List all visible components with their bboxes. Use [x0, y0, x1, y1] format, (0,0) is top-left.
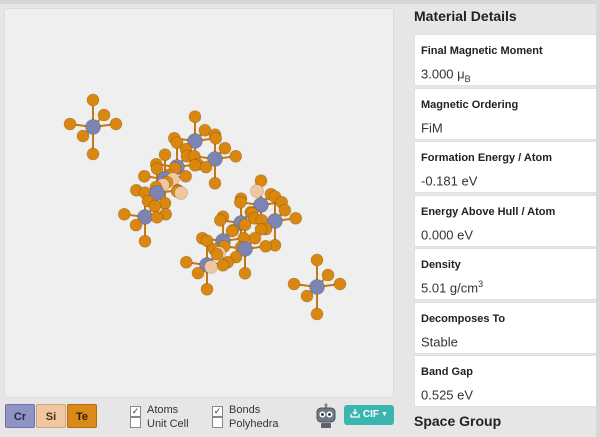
section-title-space-group: Space Group: [414, 413, 502, 429]
property-label: Density: [421, 259, 461, 271]
te-atom: [129, 218, 143, 232]
te-atom: [63, 117, 77, 131]
te-atom: [238, 266, 252, 280]
te-atom: [259, 239, 273, 253]
property-label: Final Magnetic Moment: [421, 45, 543, 57]
property-card: Band Gap 0.525 eV: [414, 355, 600, 407]
te-atom: [158, 148, 172, 162]
chevron-down-icon: ▼: [380, 411, 388, 418]
property-value: 3.000 μB: [421, 66, 471, 84]
viewer-controls: Cr Si Te ✓ Atoms Unit Cell ✓ Bonds Polyhed…: [0, 400, 405, 437]
te-atom: [210, 247, 224, 261]
te-atom: [150, 210, 164, 224]
te-atom: [97, 108, 111, 122]
property-label: Magnetic Ordering: [421, 99, 519, 111]
te-atom: [333, 277, 347, 291]
property-value: Stable: [421, 334, 458, 350]
property-value: 0.525 eV: [421, 387, 474, 403]
si-atom: [174, 186, 188, 200]
te-atom: [321, 268, 335, 282]
property-value: 0.000 eV: [421, 227, 474, 243]
si-atom: [250, 184, 264, 198]
cif-download-button[interactable]: CIF ▼: [344, 405, 394, 425]
te-atom: [109, 117, 123, 131]
te-atom: [289, 211, 303, 225]
te-atom: [179, 169, 193, 183]
property-card: Magnetic Ordering FiM: [414, 88, 600, 140]
property-card: Density 5.01 g/cm3: [414, 248, 600, 300]
te-atom: [138, 234, 152, 248]
property-label: Band Gap: [421, 366, 473, 378]
panel-title: Material Details: [414, 8, 517, 24]
material-details-panel: Material Details Final Magnetic Moment 3.…: [406, 0, 600, 437]
si-atom: [204, 260, 218, 274]
te-atom: [209, 131, 223, 145]
te-atom: [86, 147, 100, 161]
te-atom: [179, 255, 193, 269]
te-atom: [310, 253, 324, 267]
te-atom: [86, 93, 100, 107]
property-value: 5.01 g/cm3: [421, 279, 484, 296]
te-atom: [229, 149, 243, 163]
te-atom: [188, 158, 202, 172]
atoms-checkbox[interactable]: ✓: [130, 406, 141, 417]
te-atom: [233, 195, 247, 209]
te-atom: [137, 169, 151, 183]
unit-cell-toggle[interactable]: Unit Cell: [130, 417, 189, 430]
property-label: Decomposes To: [421, 313, 506, 325]
te-atom: [287, 277, 301, 291]
property-value: -0.181 eV: [421, 173, 478, 189]
te-atom: [238, 218, 252, 232]
property-value: FiM: [421, 120, 443, 136]
atoms-toggle[interactable]: ✓ Atoms: [130, 404, 178, 417]
property-card: Energy Above Hull / Atom 0.000 eV: [414, 195, 600, 247]
polyhedra-checkbox[interactable]: [212, 417, 223, 428]
te-atom: [191, 266, 205, 280]
te-atom: [213, 213, 227, 227]
te-atom: [117, 207, 131, 221]
te-atom: [218, 141, 232, 155]
property-card: Decomposes To Stable: [414, 302, 600, 354]
te-atom: [148, 199, 162, 213]
te-atom: [248, 231, 262, 245]
te-atom: [200, 282, 214, 296]
te-atom: [188, 110, 202, 124]
unit-cell-checkbox[interactable]: [130, 417, 141, 428]
te-atom: [278, 203, 292, 217]
element-legend-cr[interactable]: Cr: [5, 404, 35, 428]
property-label: Energy Above Hull / Atom: [421, 206, 556, 218]
te-atom: [208, 176, 222, 190]
structure-viewer[interactable]: [4, 8, 394, 398]
element-legend-si[interactable]: Si: [36, 404, 66, 428]
download-icon: [350, 409, 360, 418]
te-atom: [199, 160, 213, 174]
robot-icon[interactable]: [314, 403, 338, 429]
te-atom: [300, 289, 314, 303]
property-card: Formation Energy / Atom -0.181 eV: [414, 141, 600, 193]
scrollbar[interactable]: [596, 0, 600, 437]
bonds-checkbox[interactable]: ✓: [212, 406, 223, 417]
bonds-toggle[interactable]: ✓ Bonds: [212, 404, 260, 417]
te-atom: [76, 129, 90, 143]
property-label: Formation Energy / Atom: [421, 152, 552, 164]
te-atom: [216, 258, 230, 272]
element-legend-te[interactable]: Te: [67, 404, 97, 428]
crystal-structure-canvas[interactable]: [5, 9, 395, 399]
polyhedra-toggle[interactable]: Polyhedra: [212, 417, 279, 430]
te-atom: [310, 307, 324, 321]
property-card: Final Magnetic Moment 3.000 μB: [414, 34, 600, 86]
